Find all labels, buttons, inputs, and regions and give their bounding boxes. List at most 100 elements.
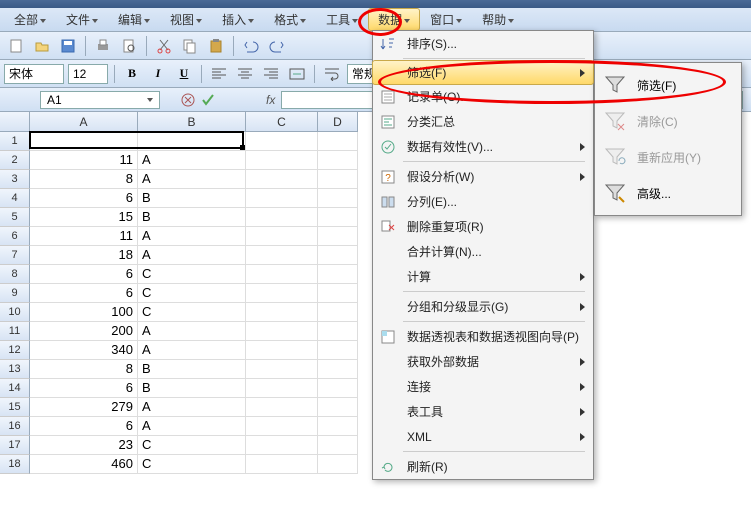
select-all-corner[interactable]	[0, 112, 30, 132]
cell[interactable]: B	[138, 360, 246, 379]
cell[interactable]	[246, 322, 318, 341]
row-header[interactable]: 17	[0, 436, 30, 455]
cell[interactable]: A	[138, 170, 246, 189]
submenu-clear[interactable]: 清除(C)	[595, 103, 741, 139]
cell[interactable]: 11	[30, 227, 138, 246]
col-header-A[interactable]: A	[30, 112, 138, 132]
cell[interactable]	[246, 227, 318, 246]
menu-format[interactable]: 格式	[264, 8, 316, 31]
font-name-combo[interactable]: 宋体	[4, 64, 64, 84]
menu-pivot[interactable]: 数据透视表和数据透视图向导(P)	[373, 324, 593, 349]
menu-sort[interactable]: 排序(S)...	[373, 31, 593, 56]
menu-xml[interactable]: XML	[373, 424, 593, 449]
submenu-reapply[interactable]: 重新应用(Y)	[595, 139, 741, 175]
undo-icon[interactable]	[239, 35, 263, 57]
cell[interactable]	[246, 284, 318, 303]
cell[interactable]	[318, 246, 358, 265]
cell[interactable]: C	[138, 265, 246, 284]
menu-all[interactable]: 全部	[4, 8, 56, 31]
bold-button[interactable]: B	[121, 64, 143, 84]
col-header-C[interactable]: C	[246, 112, 318, 132]
row-header[interactable]: 15	[0, 398, 30, 417]
confirm-icon[interactable]	[200, 92, 216, 108]
cell[interactable]	[318, 398, 358, 417]
menu-form[interactable]: 记录单(O)...	[373, 84, 593, 109]
underline-button[interactable]: U	[173, 64, 195, 84]
redo-icon[interactable]	[265, 35, 289, 57]
menu-tools[interactable]: 工具	[316, 8, 368, 31]
align-center-icon[interactable]	[234, 64, 256, 84]
row-header[interactable]: 16	[0, 417, 30, 436]
preview-icon[interactable]	[117, 35, 141, 57]
row-header[interactable]: 4	[0, 189, 30, 208]
cell[interactable]	[318, 284, 358, 303]
cell[interactable]	[318, 189, 358, 208]
cell[interactable]: 6	[30, 265, 138, 284]
paste-icon[interactable]	[204, 35, 228, 57]
menu-data[interactable]: 数据	[368, 8, 420, 31]
cell[interactable]	[246, 360, 318, 379]
cell[interactable]	[246, 303, 318, 322]
cut-icon[interactable]	[152, 35, 176, 57]
cell[interactable]	[246, 341, 318, 360]
cell[interactable]	[246, 132, 318, 151]
row-header[interactable]: 18	[0, 455, 30, 474]
align-right-icon[interactable]	[260, 64, 282, 84]
row-header[interactable]: 3	[0, 170, 30, 189]
italic-button[interactable]: I	[147, 64, 169, 84]
open-icon[interactable]	[30, 35, 54, 57]
cell[interactable]: C	[138, 303, 246, 322]
cell[interactable]	[246, 398, 318, 417]
menu-textcol[interactable]: 分列(E)...	[373, 189, 593, 214]
menu-calc[interactable]: 计算	[373, 264, 593, 289]
cell[interactable]	[246, 151, 318, 170]
row-header[interactable]: 5	[0, 208, 30, 227]
menu-whatif[interactable]: ? 假设分析(W)	[373, 164, 593, 189]
cell[interactable]: 8	[30, 170, 138, 189]
row-header[interactable]: 10	[0, 303, 30, 322]
col-header-B[interactable]: B	[138, 112, 246, 132]
row-header[interactable]: 8	[0, 265, 30, 284]
cell[interactable]: 15	[30, 208, 138, 227]
menu-dedup[interactable]: 删除重复项(R)	[373, 214, 593, 239]
save-icon[interactable]	[56, 35, 80, 57]
cell[interactable]	[30, 132, 138, 151]
menu-external[interactable]: 获取外部数据	[373, 349, 593, 374]
cell[interactable]	[246, 208, 318, 227]
row-header[interactable]: 6	[0, 227, 30, 246]
row-header[interactable]: 1	[0, 132, 30, 151]
row-header[interactable]: 14	[0, 379, 30, 398]
row-header[interactable]: 7	[0, 246, 30, 265]
wrap-text-icon[interactable]	[321, 64, 343, 84]
col-header-D[interactable]: D	[318, 112, 358, 132]
cell[interactable]	[318, 208, 358, 227]
cell[interactable]	[318, 360, 358, 379]
cell[interactable]: 6	[30, 417, 138, 436]
row-header[interactable]: 2	[0, 151, 30, 170]
cell[interactable]	[246, 265, 318, 284]
cell[interactable]	[318, 132, 358, 151]
cell[interactable]: 6	[30, 189, 138, 208]
row-header[interactable]: 12	[0, 341, 30, 360]
cell[interactable]: 8	[30, 360, 138, 379]
submenu-advanced[interactable]: 高级...	[595, 175, 741, 211]
menu-file[interactable]: 文件	[56, 8, 108, 31]
cell[interactable]: A	[138, 322, 246, 341]
cell[interactable]	[246, 417, 318, 436]
menu-help[interactable]: 帮助	[472, 8, 524, 31]
cell[interactable]: C	[138, 436, 246, 455]
cell[interactable]	[318, 436, 358, 455]
cell[interactable]	[318, 227, 358, 246]
font-size-combo[interactable]: 12	[68, 64, 108, 84]
cell[interactable]	[138, 132, 246, 151]
cell[interactable]	[318, 151, 358, 170]
cell[interactable]	[318, 303, 358, 322]
cell[interactable]	[318, 265, 358, 284]
cell[interactable]: 23	[30, 436, 138, 455]
cell[interactable]	[318, 341, 358, 360]
name-box[interactable]: A1	[40, 91, 160, 109]
cell[interactable]: 279	[30, 398, 138, 417]
cell[interactable]: C	[138, 284, 246, 303]
cell[interactable]: B	[138, 208, 246, 227]
cell[interactable]	[246, 455, 318, 474]
